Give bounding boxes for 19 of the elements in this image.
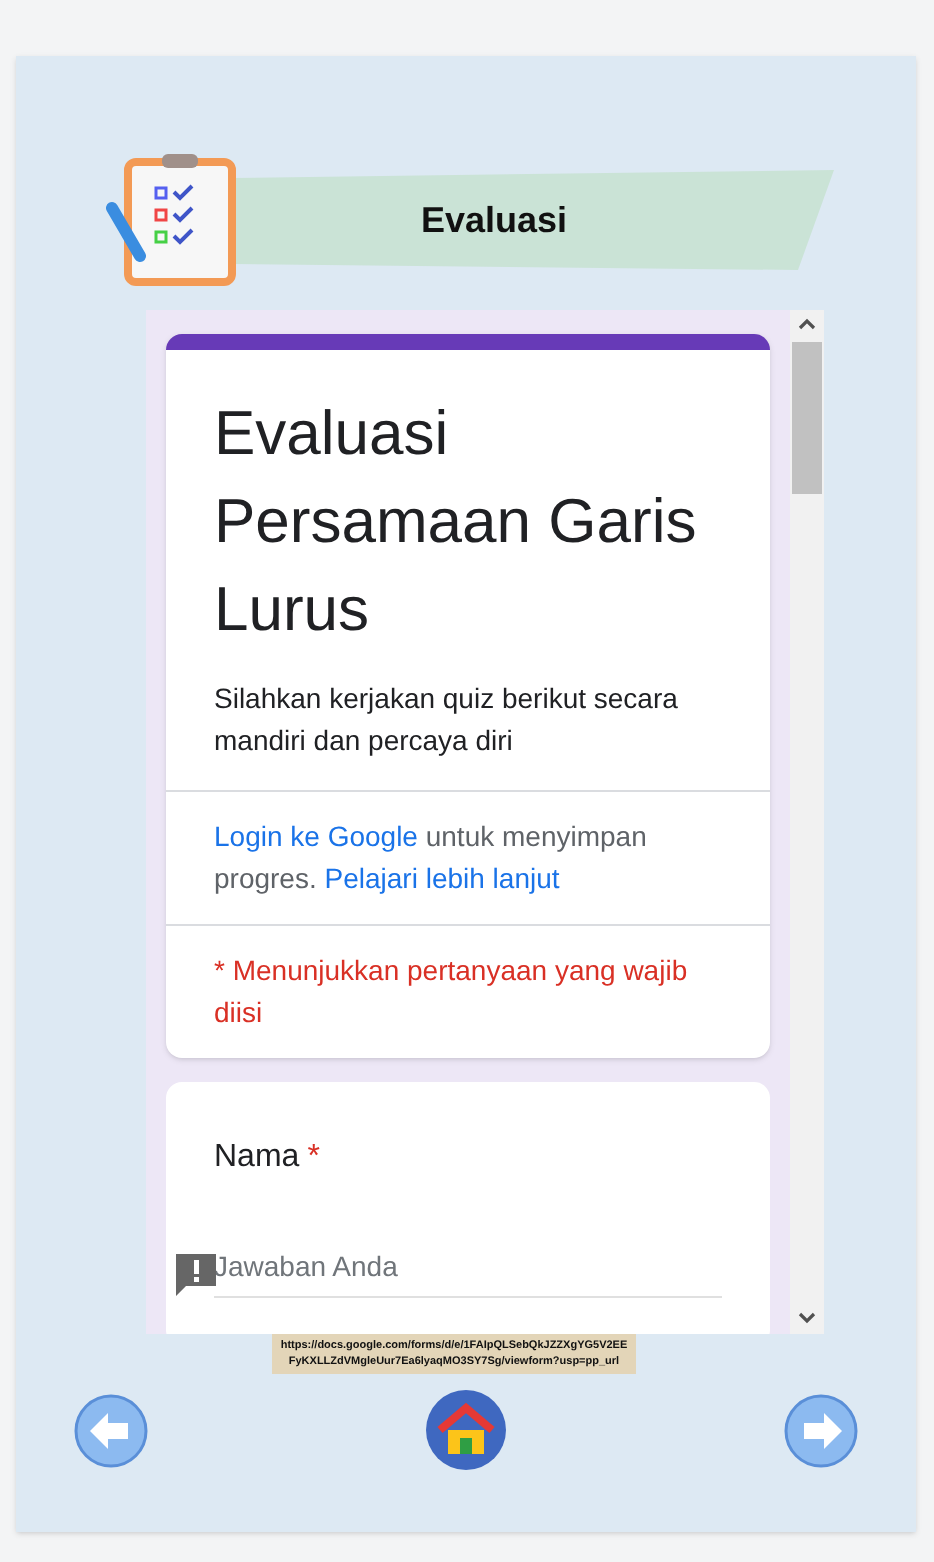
forward-arrow-button[interactable]: [784, 1393, 858, 1467]
scrollbar-thumb[interactable]: [792, 342, 822, 494]
scrollbar[interactable]: [790, 310, 824, 1334]
clipboard-checklist-icon: [106, 152, 238, 288]
back-arrow-button[interactable]: [74, 1393, 148, 1467]
login-link[interactable]: Login ke Google: [214, 820, 418, 852]
login-notice: Login ke Google untuk menyimpan progres. Pelajari lebih lanjut: [214, 820, 647, 894]
answer-field[interactable]: Jawaban Anda: [214, 1246, 722, 1298]
required-asterisk: *: [307, 1140, 320, 1174]
form-title: Evaluasi Persamaan Garis Lurus: [214, 396, 699, 648]
home-button[interactable]: [426, 1390, 506, 1470]
learn-more-link[interactable]: Pelajari lebih lanjut: [324, 862, 560, 894]
required-note: * Menunjukkan pertanyaan yang wajib diisi: [214, 954, 688, 1028]
question-label: Nama: [214, 1140, 300, 1174]
scroll-down-icon[interactable]: [798, 1312, 816, 1324]
page-title: Evaluasi: [420, 197, 568, 243]
scroll-up-icon[interactable]: [798, 318, 816, 330]
feedback-icon[interactable]: [176, 1254, 216, 1298]
form-description: Silahkan kerjakan quiz berikut secara mandiri dan percaya diri: [214, 680, 680, 760]
